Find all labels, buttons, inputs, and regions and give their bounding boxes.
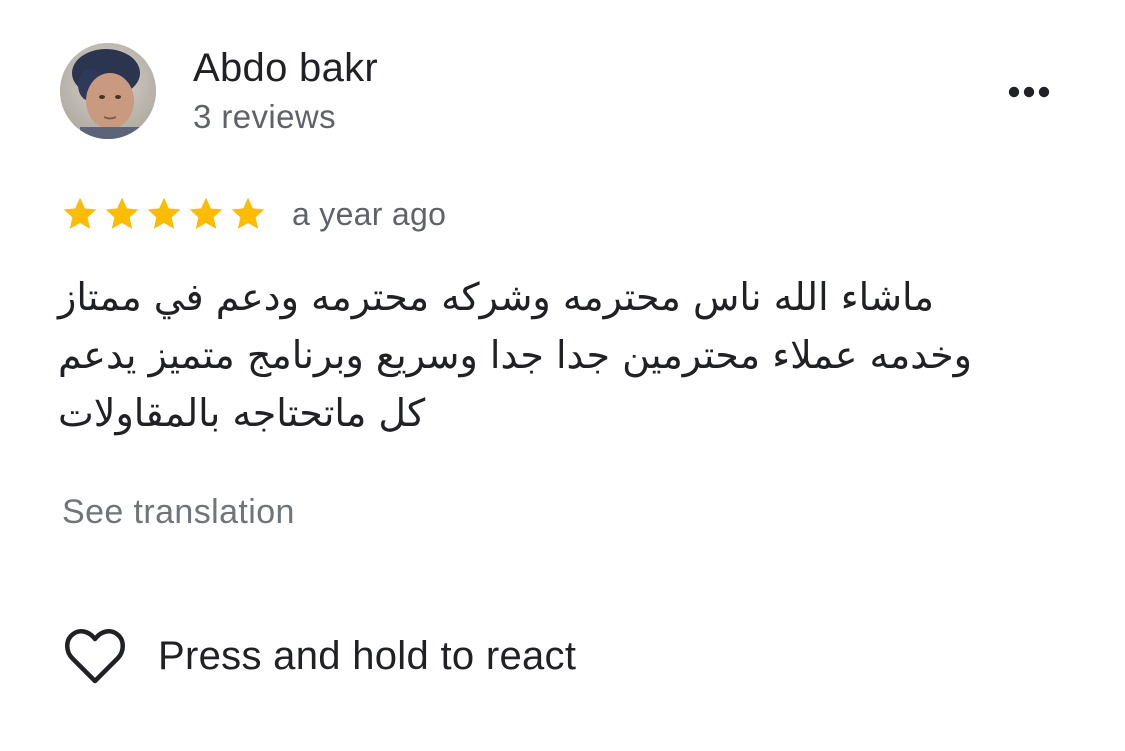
- more-horizontal-icon: [1008, 86, 1050, 98]
- see-translation-link[interactable]: See translation: [62, 490, 295, 534]
- react-button[interactable]: Press and hold to react: [64, 624, 576, 688]
- star-icon: [231, 197, 265, 229]
- review-card: Abdo bakr 3 reviews a year ago ماشاء الل…: [0, 0, 1125, 751]
- author-avatar[interactable]: [60, 43, 156, 139]
- star-icon: [189, 197, 223, 229]
- rating-row: a year ago: [60, 190, 446, 238]
- react-label: Press and hold to react: [158, 634, 577, 678]
- review-text-line: وخدمه عملاء محترمين جدا جدا وسريع وبرنام…: [58, 333, 972, 377]
- heart-outline-icon: [65, 629, 125, 684]
- star-icon: [147, 197, 181, 229]
- star-icon: [105, 197, 139, 229]
- avatar-photo-icon: [60, 43, 156, 139]
- author-name[interactable]: Abdo bakr: [193, 44, 378, 92]
- star-icon: [63, 197, 97, 229]
- author-review-count[interactable]: 3 reviews: [193, 96, 336, 138]
- star-rating: [60, 194, 268, 234]
- review-text-line: كل ماتحتاجه بالمقاولات: [58, 391, 426, 435]
- review-text: ماشاء الله ناس محترمه وشركه محترمه ودعم …: [58, 268, 1038, 442]
- review-text-line: ماشاء الله ناس محترمه وشركه محترمه ودعم …: [58, 275, 934, 319]
- review-time: a year ago: [292, 196, 447, 232]
- more-options-button[interactable]: [996, 70, 1062, 114]
